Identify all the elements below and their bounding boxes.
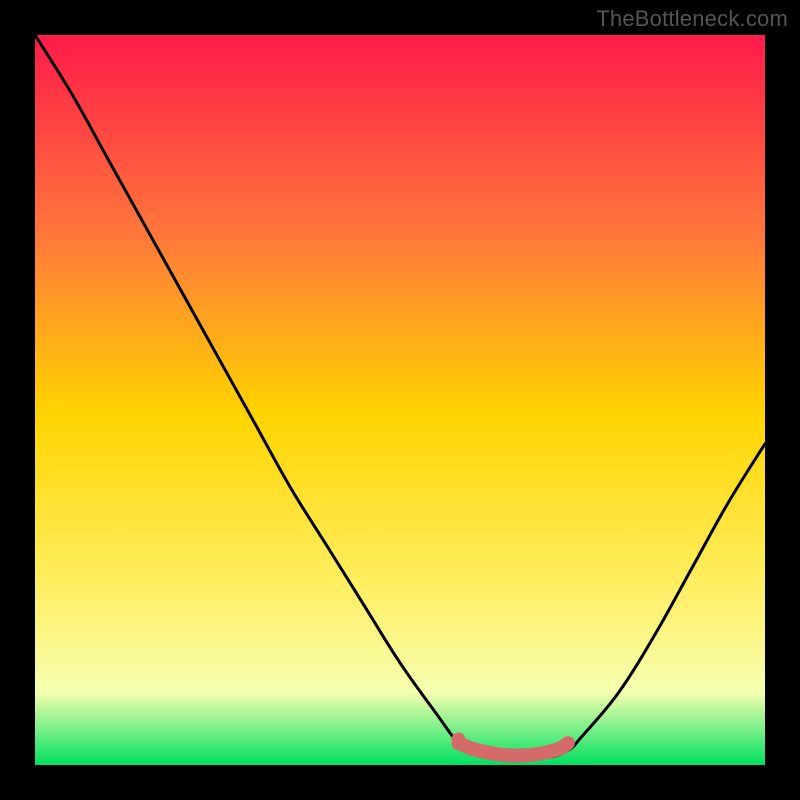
chart-frame: TheBottleneck.com — [0, 0, 800, 800]
plot-area — [35, 35, 765, 765]
chart-svg — [35, 35, 765, 765]
gradient-background — [35, 35, 765, 765]
watermark-text: TheBottleneck.com — [596, 6, 788, 32]
optimal-start-dot — [451, 732, 465, 746]
